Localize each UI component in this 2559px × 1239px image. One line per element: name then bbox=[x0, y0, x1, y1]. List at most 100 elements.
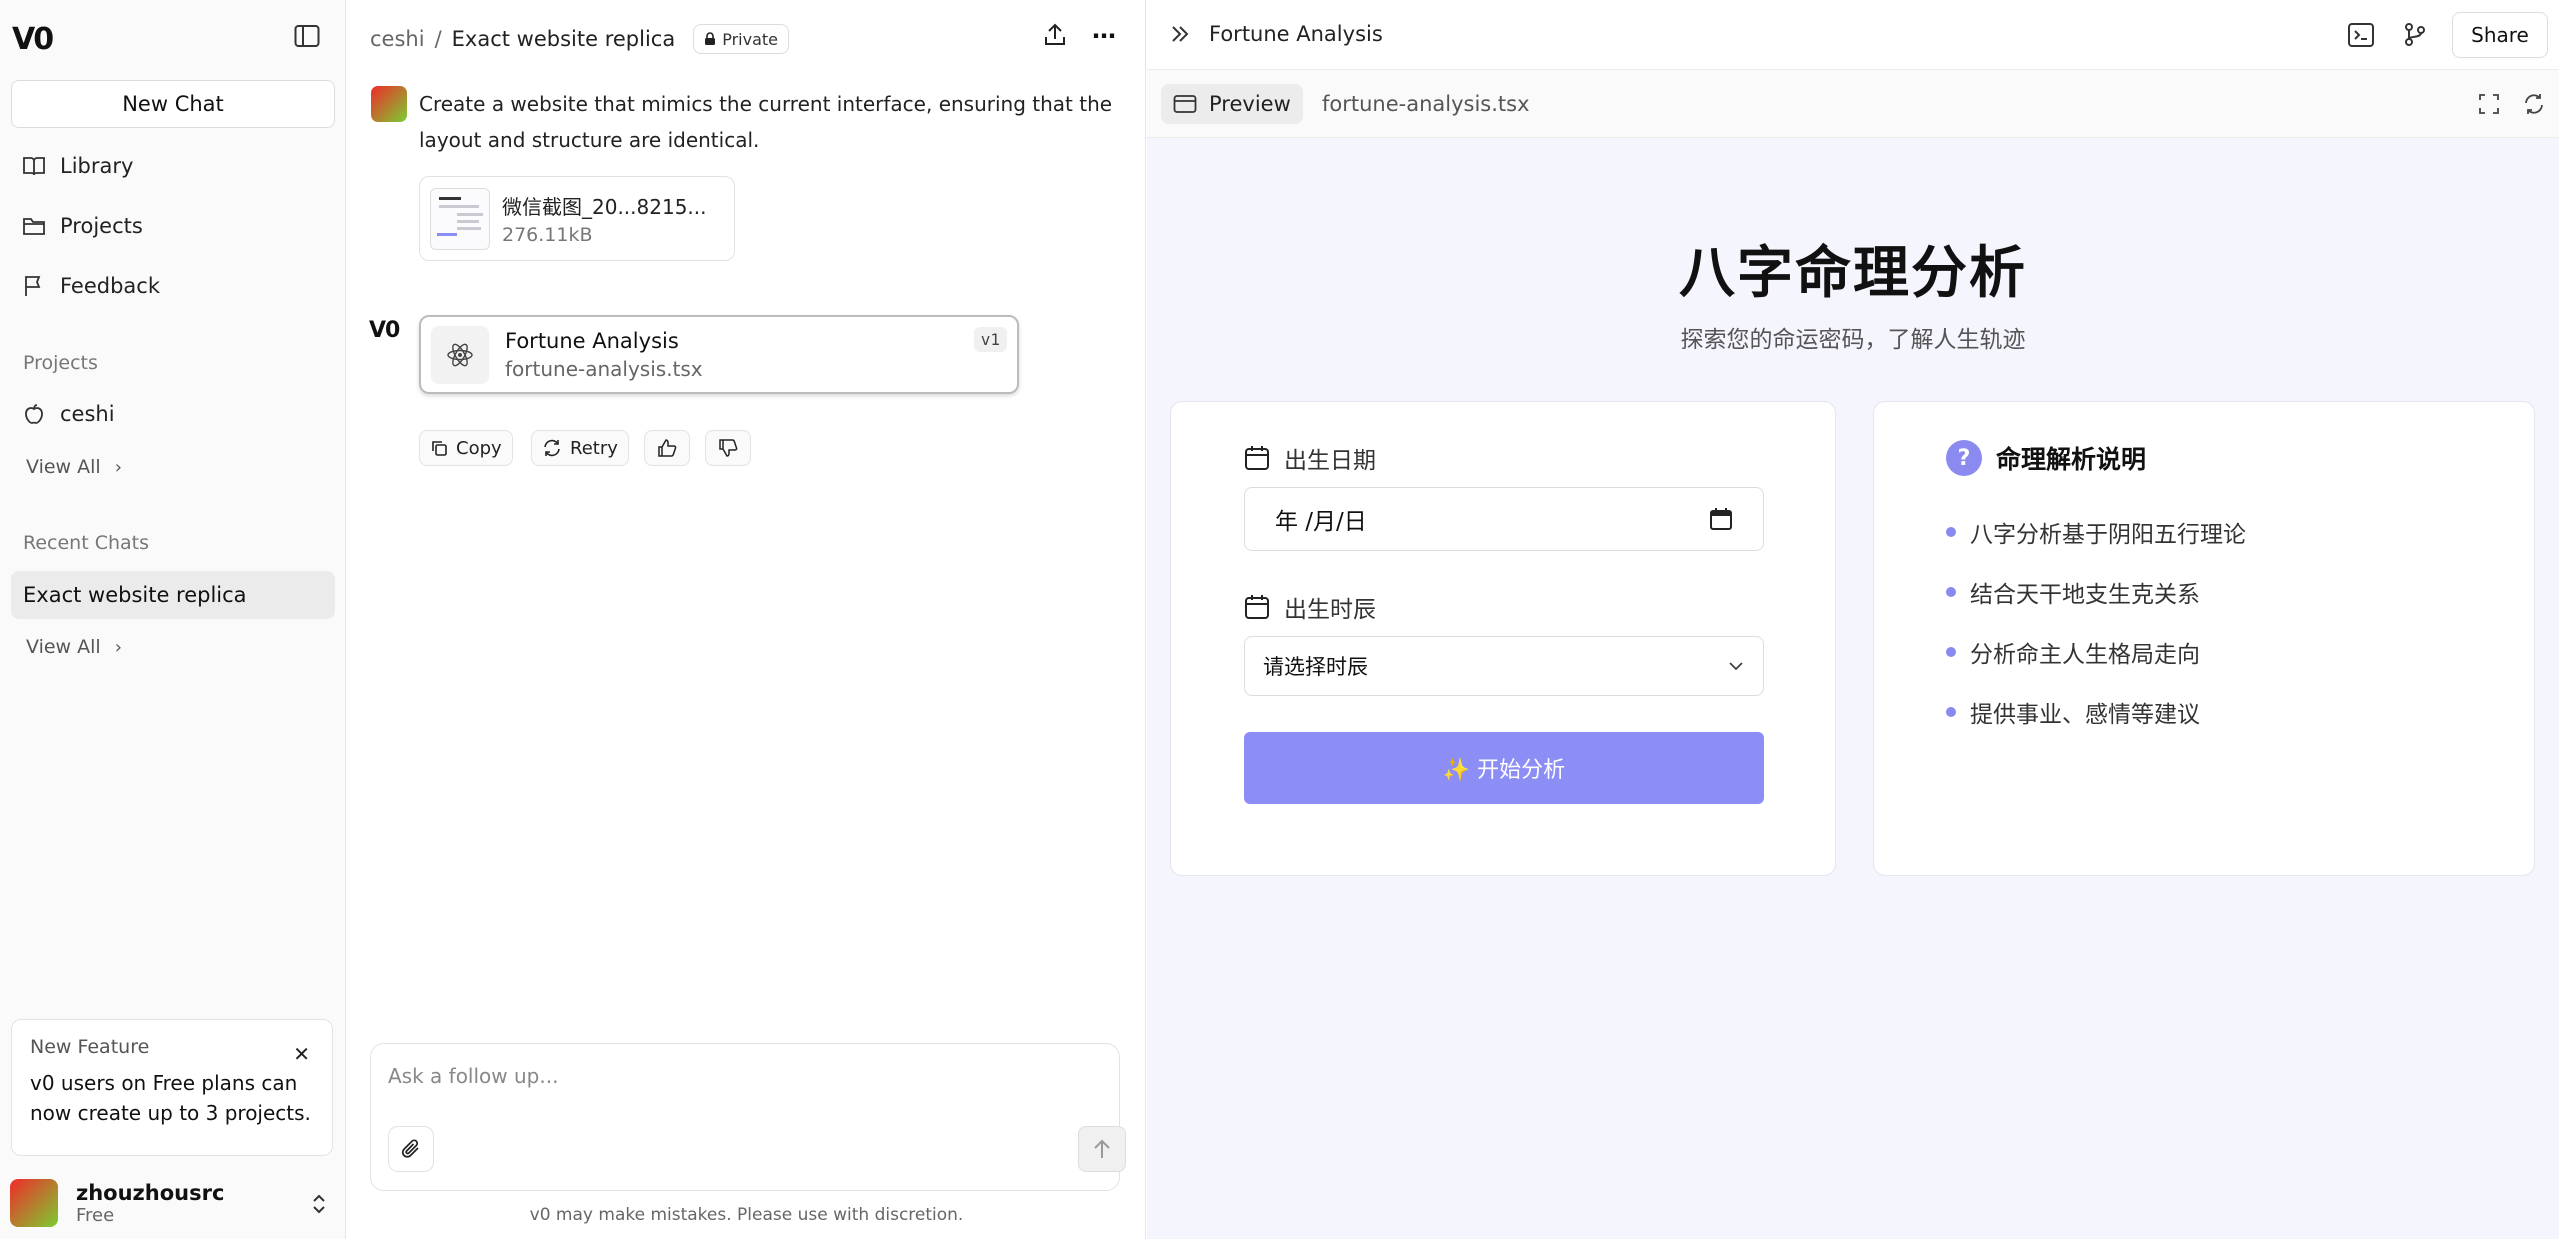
panel-title: Fortune Analysis bbox=[1209, 22, 1383, 46]
calendar-icon bbox=[1245, 446, 1269, 470]
privacy-label: Private bbox=[722, 29, 778, 49]
panel-header: Fortune Analysis Share bbox=[1147, 0, 2559, 70]
react-icon bbox=[431, 325, 489, 384]
tab-preview[interactable]: Preview bbox=[1161, 84, 1303, 124]
arrow-up-icon bbox=[1094, 1139, 1110, 1158]
info-title-text: 命理解析说明 bbox=[1996, 445, 2147, 474]
birth-date-value: 年 /月/日 bbox=[1275, 509, 1367, 535]
user-menu[interactable]: zhouzhousrc Free bbox=[10, 1175, 336, 1231]
list-item-text: 分析命主人生格局走向 bbox=[1970, 642, 2200, 668]
breadcrumb-project[interactable]: ceshi bbox=[370, 27, 425, 51]
new-feature-card: New Feature v0 users on Free plans can n… bbox=[11, 1019, 333, 1156]
projects-section-label: Projects bbox=[23, 352, 98, 374]
paperclip-icon bbox=[401, 1139, 419, 1158]
avatar bbox=[10, 1179, 58, 1227]
copy-label: Copy bbox=[456, 437, 502, 459]
sidebar-toggle-icon[interactable] bbox=[294, 24, 322, 50]
browser-window-icon bbox=[1173, 95, 1197, 113]
panel-tabs: Preview fortune-analysis.tsx bbox=[1147, 70, 2559, 138]
terminal-icon[interactable] bbox=[2347, 22, 2375, 52]
copy-button[interactable]: Copy bbox=[419, 430, 513, 466]
block-filename: fortune-analysis.tsx bbox=[505, 356, 703, 381]
chevron-down-icon bbox=[1729, 662, 1743, 671]
share-button[interactable]: Share bbox=[2452, 12, 2548, 58]
folder-icon bbox=[23, 218, 45, 235]
bullet-dot bbox=[1946, 707, 1956, 717]
follow-up-composer[interactable]: Ask a follow up... bbox=[370, 1043, 1126, 1191]
list-item: 结合天干地支生克关系 bbox=[1946, 575, 2200, 609]
more-options-icon[interactable]: ⋯ bbox=[1092, 22, 1122, 52]
thumbs-up-button[interactable] bbox=[644, 430, 690, 466]
birth-hour-label-text: 出生时辰 bbox=[1284, 597, 1376, 623]
preview-panel: Fortune Analysis Share Preview fortune-a… bbox=[1147, 0, 2559, 1239]
fullscreen-icon[interactable] bbox=[2477, 92, 2501, 120]
sidebar-item-feedback[interactable]: Feedback bbox=[22, 266, 160, 306]
info-card: ? 命理解析说明 八字分析基于阴阳五行理论 结合天干地支生克关系 分析命主人生格… bbox=[1873, 401, 2535, 876]
list-item: 八字分析基于阴阳五行理论 bbox=[1946, 515, 2246, 549]
user-plan: Free bbox=[76, 1204, 115, 1226]
projects-view-all-link[interactable]: View All › bbox=[26, 456, 122, 478]
flag-icon bbox=[25, 276, 41, 296]
bullet-dot bbox=[1946, 647, 1956, 657]
version-badge: v1 bbox=[973, 327, 1007, 352]
block-title: Fortune Analysis bbox=[505, 328, 679, 353]
tab-code-file[interactable]: fortune-analysis.tsx bbox=[1322, 92, 1530, 116]
recent-chats-label: Recent Chats bbox=[23, 532, 150, 554]
chevrons-right-icon[interactable] bbox=[1169, 22, 1191, 50]
sidebar-item-label: Library bbox=[60, 154, 134, 178]
birth-date-label: 出生日期 bbox=[1244, 441, 1376, 475]
thumbs-down-button[interactable] bbox=[705, 430, 751, 466]
calendar-icon bbox=[1245, 595, 1269, 619]
code-block-card[interactable]: Fortune Analysis fortune-analysis.tsx v1 bbox=[419, 315, 1019, 394]
new-chat-button[interactable]: New Chat bbox=[11, 80, 335, 128]
tab-preview-label: Preview bbox=[1209, 92, 1291, 116]
start-analysis-button[interactable]: ✨ 开始分析 bbox=[1244, 732, 1764, 804]
recent-chat-item[interactable]: Exact website replica bbox=[11, 571, 335, 619]
birth-hour-placeholder: 请选择时辰 bbox=[1263, 655, 1368, 679]
retry-label: Retry bbox=[570, 437, 618, 459]
copy-icon bbox=[432, 441, 447, 456]
sidebar-item-label: Projects bbox=[60, 214, 143, 238]
privacy-badge[interactable]: Private bbox=[693, 24, 789, 54]
chevron-right-icon: › bbox=[114, 636, 122, 658]
chat-column: ceshi / Exact website replica Private ⋯ … bbox=[347, 0, 1146, 1239]
birth-info-form: 出生日期 年 /月/日 出生时辰 请选择时辰 ✨ 开始分析 bbox=[1170, 401, 1836, 876]
attachment-size: 276.11kB bbox=[502, 224, 593, 246]
retry-button[interactable]: Retry bbox=[531, 430, 629, 466]
attachment-card[interactable]: 微信截图_20...8215... 276.11kB bbox=[419, 176, 735, 261]
breadcrumb: ceshi / Exact website replica Private bbox=[370, 24, 789, 54]
send-button[interactable] bbox=[1078, 1126, 1126, 1172]
close-icon[interactable]: ✕ bbox=[293, 1042, 310, 1066]
breadcrumb-chat[interactable]: Exact website replica bbox=[452, 27, 676, 51]
birth-date-input[interactable]: 年 /月/日 bbox=[1244, 487, 1764, 551]
share-upload-icon[interactable] bbox=[1042, 22, 1072, 52]
question-icon: ? bbox=[1946, 440, 1982, 476]
chevron-updown-icon bbox=[313, 1194, 325, 1214]
info-title: ? 命理解析说明 bbox=[1946, 440, 2146, 476]
sidebar: V0 New Chat Library Projects Feedback Pr… bbox=[0, 0, 346, 1239]
refresh-icon[interactable] bbox=[2522, 92, 2546, 120]
thumbs-down-icon bbox=[719, 439, 738, 457]
sidebar-item-projects[interactable]: Projects bbox=[22, 206, 143, 246]
project-label: ceshi bbox=[60, 402, 115, 426]
sidebar-item-label: Feedback bbox=[60, 274, 161, 298]
list-item: 提供事业、感情等建议 bbox=[1946, 695, 2200, 729]
birth-date-label-text: 出生日期 bbox=[1284, 448, 1376, 474]
sidebar-item-library[interactable]: Library bbox=[22, 146, 133, 186]
project-item-ceshi[interactable]: ceshi bbox=[22, 394, 115, 434]
list-item-text: 结合天干地支生克关系 bbox=[1970, 582, 2200, 608]
git-branch-icon[interactable] bbox=[2403, 22, 2427, 52]
user-name: zhouzhousrc bbox=[76, 1180, 225, 1205]
birth-hour-select[interactable]: 请选择时辰 bbox=[1244, 636, 1764, 696]
bullet-dot bbox=[1946, 587, 1956, 597]
follow-up-input[interactable]: Ask a follow up... bbox=[388, 1064, 558, 1088]
disclaimer: v0 may make mistakes. Please use with di… bbox=[529, 1205, 964, 1225]
book-icon bbox=[23, 157, 45, 176]
refresh-icon bbox=[544, 439, 560, 457]
calendar-picker-icon[interactable] bbox=[1709, 507, 1733, 531]
list-item-text: 八字分析基于阴阳五行理论 bbox=[1970, 522, 2246, 548]
v0-logo[interactable]: V0 bbox=[12, 22, 54, 57]
attach-button[interactable] bbox=[388, 1126, 434, 1172]
bullet-dot bbox=[1946, 527, 1956, 537]
recent-view-all-link[interactable]: View All › bbox=[26, 636, 122, 658]
